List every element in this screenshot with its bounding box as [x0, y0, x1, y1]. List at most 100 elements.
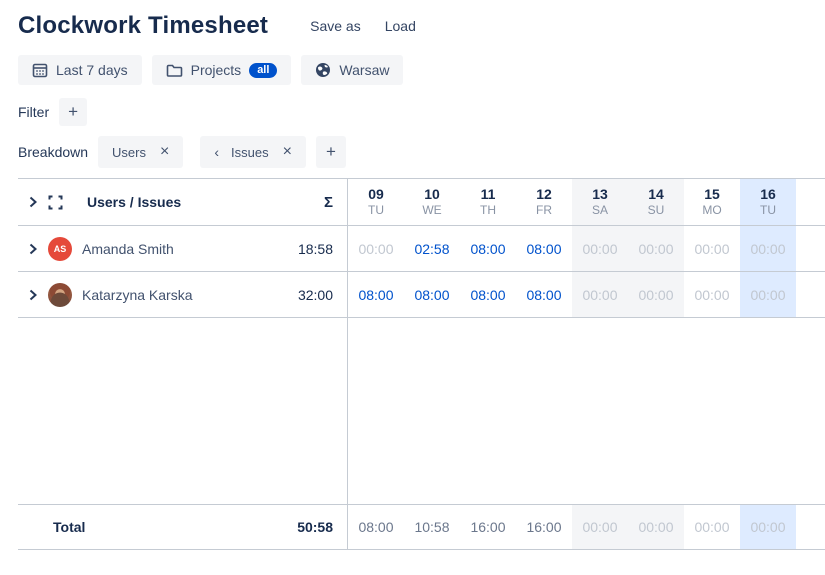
total-value: 00:00 [638, 519, 673, 535]
time-value: 08:00 [470, 241, 505, 257]
day-name: TU [760, 203, 776, 218]
avatar [48, 283, 72, 307]
day-column-header: 13SA [572, 179, 628, 225]
sum-column-header[interactable]: Σ [324, 194, 333, 211]
time-value: 00:00 [358, 241, 393, 257]
save-as-button[interactable]: Save as [310, 18, 361, 34]
add-filter-button[interactable]: + [59, 98, 87, 126]
user-row-left: Katarzyna Karska32:00 [18, 272, 348, 317]
day-number: 09 [368, 186, 384, 203]
time-cell[interactable]: 00:00 [684, 226, 740, 271]
day-name: MO [702, 203, 721, 218]
time-cell[interactable]: 08:00 [460, 272, 516, 317]
clockwork-timesheet-page: Clockwork Timesheet Save as Load Last 7 … [0, 0, 825, 550]
total-value: 00:00 [694, 519, 729, 535]
page-header: Clockwork Timesheet Save as Load [18, 0, 825, 40]
breakdown-chip-users[interactable]: Users × [98, 136, 183, 168]
time-cell[interactable]: 00:00 [572, 226, 628, 271]
time-cell[interactable]: 08:00 [516, 272, 572, 317]
timezone-label: Warsaw [339, 62, 389, 78]
date-range-button[interactable]: Last 7 days [18, 55, 142, 85]
remove-users-chip-icon[interactable]: × [160, 144, 169, 160]
filter-section: Filter + [18, 98, 825, 126]
day-number: 12 [536, 186, 552, 203]
day-name: SU [648, 203, 665, 218]
avatar: AS [48, 237, 72, 261]
breakdown-chip-users-label: Users [112, 145, 146, 160]
total-cell: 08:00 [348, 505, 404, 549]
total-value: 10:58 [414, 519, 449, 535]
time-cell[interactable]: 00:00 [348, 226, 404, 271]
timesheet-grid: Users / IssuesΣ09TU10WE11TH12FR13SA14SU1… [18, 178, 825, 550]
projects-all-badge: all [249, 63, 277, 78]
total-cell: 00:00 [740, 505, 796, 549]
day-number: 13 [592, 186, 608, 203]
time-value: 00:00 [694, 241, 729, 257]
expand-row-icon[interactable] [28, 243, 38, 255]
expand-all-icon[interactable] [28, 196, 38, 208]
time-cell[interactable]: 02:58 [404, 226, 460, 271]
time-value: 00:00 [694, 287, 729, 303]
first-column-header: Users / Issues [87, 194, 181, 210]
timezone-button[interactable]: Warsaw [301, 55, 403, 85]
total-value: 16:00 [526, 519, 561, 535]
user-row[interactable]: Katarzyna Karska32:0008:0008:0008:0008:0… [18, 272, 825, 318]
time-value: 00:00 [750, 287, 785, 303]
time-value: 00:00 [638, 287, 673, 303]
day-number: 16 [760, 186, 776, 203]
globe-icon [315, 62, 331, 78]
timesheet-header-row: Users / IssuesΣ09TU10WE11TH12FR13SA14SU1… [18, 179, 825, 226]
time-cell[interactable]: 08:00 [348, 272, 404, 317]
add-breakdown-button[interactable]: + [316, 136, 346, 168]
day-name: FR [536, 203, 552, 218]
date-range-label: Last 7 days [56, 62, 128, 78]
expand-row-icon[interactable] [28, 289, 38, 301]
timesheet-empty-left [18, 318, 348, 504]
folder-icon [166, 63, 183, 78]
time-cell[interactable]: 08:00 [404, 272, 460, 317]
move-left-icon[interactable]: ‹ [214, 144, 219, 160]
day-number: 11 [481, 186, 496, 203]
day-column-header: 14SU [628, 179, 684, 225]
filter-section-label: Filter [18, 104, 49, 120]
breakdown-section: Breakdown Users × ‹ Issues × + [18, 136, 825, 168]
load-button[interactable]: Load [385, 18, 416, 34]
time-value: 08:00 [470, 287, 505, 303]
day-name: TH [480, 203, 496, 218]
total-cell: 10:58 [404, 505, 460, 549]
day-column-header: 10WE [404, 179, 460, 225]
user-row-left: ASAmanda Smith18:58 [18, 226, 348, 271]
user-row[interactable]: ASAmanda Smith18:5800:0002:5808:0008:000… [18, 226, 825, 272]
projects-filter-button[interactable]: Projects all [152, 55, 292, 85]
day-number: 15 [704, 186, 720, 203]
fullscreen-icon[interactable] [48, 195, 63, 210]
day-name: SA [592, 203, 608, 218]
time-cell[interactable]: 00:00 [740, 226, 796, 271]
total-cell: 16:00 [516, 505, 572, 549]
time-value: 00:00 [638, 241, 673, 257]
time-value: 08:00 [526, 287, 561, 303]
user-name: Katarzyna Karska [82, 287, 193, 303]
time-cell[interactable]: 00:00 [628, 272, 684, 317]
remove-issues-chip-icon[interactable]: × [283, 144, 292, 160]
day-number: 10 [424, 186, 440, 203]
total-row: Total50:5808:0010:5816:0016:0000:0000:00… [18, 504, 825, 550]
day-number: 14 [648, 186, 664, 203]
time-cell[interactable]: 00:00 [572, 272, 628, 317]
time-cell[interactable]: 00:00 [684, 272, 740, 317]
total-row-left: Total50:58 [18, 505, 348, 549]
time-cell[interactable]: 00:00 [740, 272, 796, 317]
timesheet-header-left: Users / Issues Σ [18, 179, 348, 225]
time-cell[interactable]: 00:00 [628, 226, 684, 271]
user-name: Amanda Smith [82, 241, 174, 257]
day-name: WE [422, 203, 441, 218]
breakdown-chip-issues-label: Issues [231, 145, 269, 160]
grand-total: 50:58 [297, 519, 333, 535]
time-value: 08:00 [414, 287, 449, 303]
breakdown-chip-issues[interactable]: ‹ Issues × [200, 136, 306, 168]
time-cell[interactable]: 08:00 [460, 226, 516, 271]
calendar-icon [32, 62, 48, 78]
total-value: 00:00 [582, 519, 617, 535]
time-cell[interactable]: 08:00 [516, 226, 572, 271]
time-value: 02:58 [414, 241, 449, 257]
